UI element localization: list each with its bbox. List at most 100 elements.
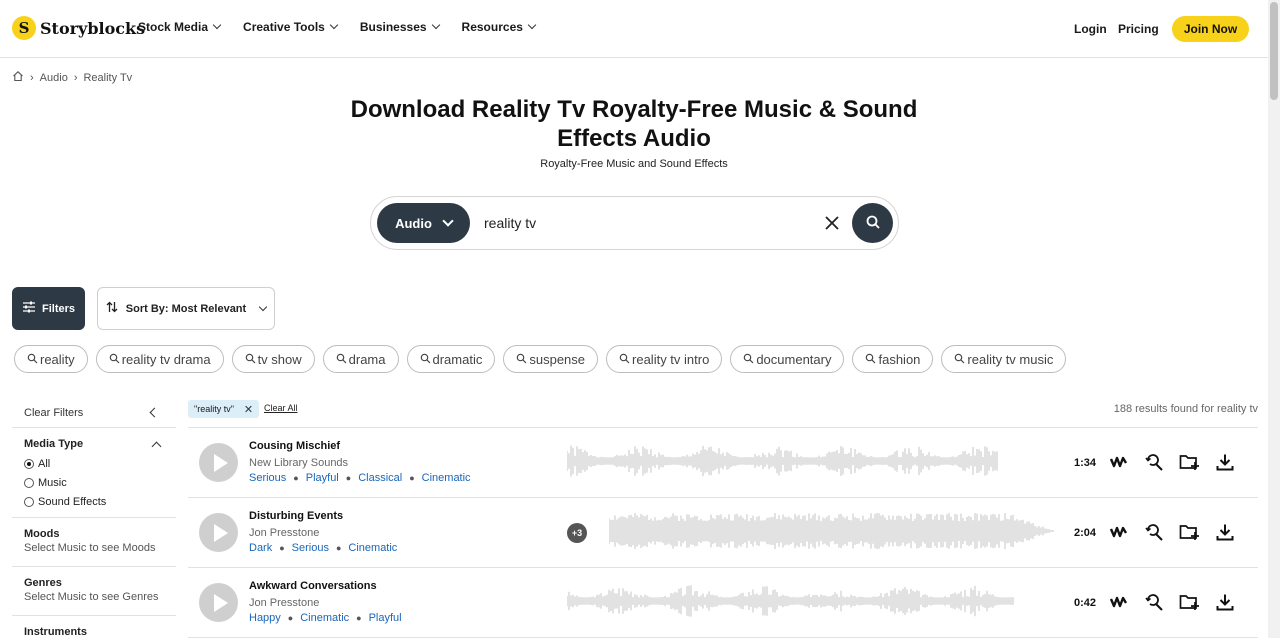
home-icon[interactable]	[12, 70, 24, 85]
folder-plus-icon[interactable]	[1177, 450, 1201, 474]
tag-link[interactable]: Playful	[306, 472, 339, 484]
radio-sound-effects[interactable]: Sound Effects	[24, 492, 164, 511]
tag-link[interactable]: Classical	[358, 472, 402, 484]
collapse-sidebar-icon[interactable]	[149, 407, 160, 418]
breadcrumb-reality-tv[interactable]: Reality Tv	[83, 72, 132, 84]
more-versions-badge[interactable]: +3	[567, 523, 587, 543]
waveform-similar-icon[interactable]	[1107, 520, 1131, 544]
active-filter-tag[interactable]: "reality tv" ✕	[188, 400, 260, 418]
media-category-dropdown[interactable]: Audio	[377, 203, 470, 243]
chip-reality[interactable]: reality	[14, 345, 88, 373]
track-title[interactable]: Disturbing Events	[249, 510, 343, 522]
chip-label: documentary	[756, 351, 832, 367]
chip-label: suspense	[529, 351, 586, 367]
track-duration: 1:34	[1073, 457, 1096, 469]
nav-resources[interactable]: Resources	[462, 20, 537, 34]
chevron-down-icon	[527, 20, 537, 30]
chip-suspense[interactable]: suspense	[503, 345, 599, 373]
chip-dramatic[interactable]: dramatic	[406, 345, 496, 373]
tag-link[interactable]: Serious	[249, 472, 286, 484]
search-bar: Audio	[370, 196, 899, 250]
breadcrumb-audio[interactable]: Audio	[40, 72, 68, 84]
tag-link[interactable]: Cinematic	[300, 612, 349, 624]
track-tags: Happy ● Cinematic ● Playful	[249, 612, 402, 624]
search-input[interactable]	[484, 213, 804, 233]
chip-label: reality tv music	[967, 351, 1054, 367]
clear-filters-link[interactable]: Clear Filters	[24, 407, 83, 419]
track-artist[interactable]: Jon Presstone	[249, 597, 319, 609]
folder-plus-icon[interactable]	[1177, 590, 1201, 614]
close-icon[interactable]: ✕	[244, 403, 253, 416]
radio-music[interactable]: Music	[24, 473, 164, 492]
close-icon[interactable]	[820, 211, 844, 235]
media-type-header[interactable]: Media Type	[24, 438, 164, 451]
chevron-down-icon	[212, 20, 222, 30]
chip-reality-tv-music[interactable]: reality tv music	[941, 345, 1067, 373]
storyblocks-logo[interactable]: S Storyblocks	[12, 16, 145, 40]
chip-label: reality	[40, 351, 75, 367]
track-row[interactable]: Disturbing Events Jon Presstone Dark ● Se…	[188, 498, 1258, 568]
track-artist[interactable]: Jon Presstone	[249, 527, 319, 539]
tag-link[interactable]: Cinematic	[422, 472, 471, 484]
track-row[interactable]: Cousing Mischief New Library Sounds Seri…	[188, 428, 1258, 498]
radio-all[interactable]: All	[24, 454, 164, 473]
logo-mark: S	[12, 16, 36, 40]
radio-unselected[interactable]	[24, 496, 34, 507]
waveform[interactable]	[567, 441, 999, 481]
chip-documentary[interactable]: documentary	[730, 345, 845, 373]
tag-link[interactable]: Dark	[249, 542, 272, 554]
radio-selected[interactable]	[24, 458, 34, 469]
genres-section[interactable]: Genres Select Music to see Genres	[12, 567, 176, 616]
magnify-refresh-icon[interactable]	[1142, 590, 1166, 614]
play-button[interactable]	[199, 443, 238, 482]
radio-unselected[interactable]	[24, 477, 34, 488]
moods-hint: Select Music to see Moods	[24, 542, 156, 554]
login-link[interactable]: Login	[1074, 22, 1107, 36]
track-tags: Serious ● Playful ● Classical ● Cinematic	[249, 472, 471, 484]
search-button[interactable]	[852, 203, 893, 243]
track-artist[interactable]: New Library Sounds	[249, 457, 348, 469]
join-now-button[interactable]: Join Now	[1172, 16, 1249, 42]
tag-link[interactable]: Playful	[369, 612, 402, 624]
track-title[interactable]: Awkward Conversations	[249, 580, 377, 592]
nav-label: Businesses	[359, 20, 427, 34]
chevron-down-icon	[431, 20, 440, 30]
track-title[interactable]: Cousing Mischief	[249, 440, 340, 452]
chip-fashion[interactable]: fashion	[852, 345, 934, 373]
clear-all-link[interactable]: Clear All	[264, 403, 298, 413]
search-icon	[27, 352, 38, 367]
scrollbar-thumb[interactable]	[1270, 2, 1278, 100]
track-row[interactable]: Awkward Conversations Jon Presstone Happ…	[188, 568, 1258, 638]
magnify-refresh-icon[interactable]	[1142, 520, 1166, 544]
chip-drama[interactable]: drama	[322, 345, 399, 373]
instruments-section[interactable]: Instruments	[12, 616, 176, 638]
main-nav: Stock Media Creative Tools Businesses Re…	[138, 20, 558, 34]
nav-stock-media[interactable]: Stock Media	[138, 20, 222, 34]
waveform[interactable]	[609, 511, 1054, 551]
download-icon[interactable]	[1213, 450, 1237, 474]
page-scrollbar[interactable]	[1268, 0, 1280, 638]
download-icon[interactable]	[1213, 590, 1237, 614]
chip-reality-tv-drama[interactable]: reality tv drama	[95, 345, 224, 373]
nav-creative-tools[interactable]: Creative Tools	[243, 20, 339, 34]
tag-link[interactable]: Happy	[249, 612, 281, 624]
moods-section[interactable]: Moods Select Music to see Moods	[12, 518, 176, 567]
magnify-refresh-icon[interactable]	[1142, 450, 1166, 474]
tag-separator: ●	[356, 613, 362, 623]
nav-businesses[interactable]: Businesses	[359, 20, 440, 34]
play-button[interactable]	[199, 583, 238, 622]
pricing-link[interactable]: Pricing	[1118, 22, 1159, 36]
waveform[interactable]	[567, 581, 1014, 621]
play-button[interactable]	[199, 513, 238, 552]
folder-plus-icon[interactable]	[1177, 520, 1201, 544]
chip-tv-show[interactable]: tv show	[231, 345, 315, 373]
waveform-similar-icon[interactable]	[1107, 590, 1131, 614]
sort-dropdown[interactable]: Sort By: Most Relevant	[97, 287, 275, 330]
waveform-similar-icon[interactable]	[1107, 450, 1131, 474]
filters-button[interactable]: Filters	[12, 287, 85, 330]
tag-link[interactable]: Serious	[292, 542, 329, 554]
tag-link[interactable]: Cinematic	[348, 542, 397, 554]
media-type-section: Media Type All Music Sound Effects	[12, 428, 176, 518]
chip-reality-tv-intro[interactable]: reality tv intro	[606, 345, 723, 373]
download-icon[interactable]	[1213, 520, 1237, 544]
